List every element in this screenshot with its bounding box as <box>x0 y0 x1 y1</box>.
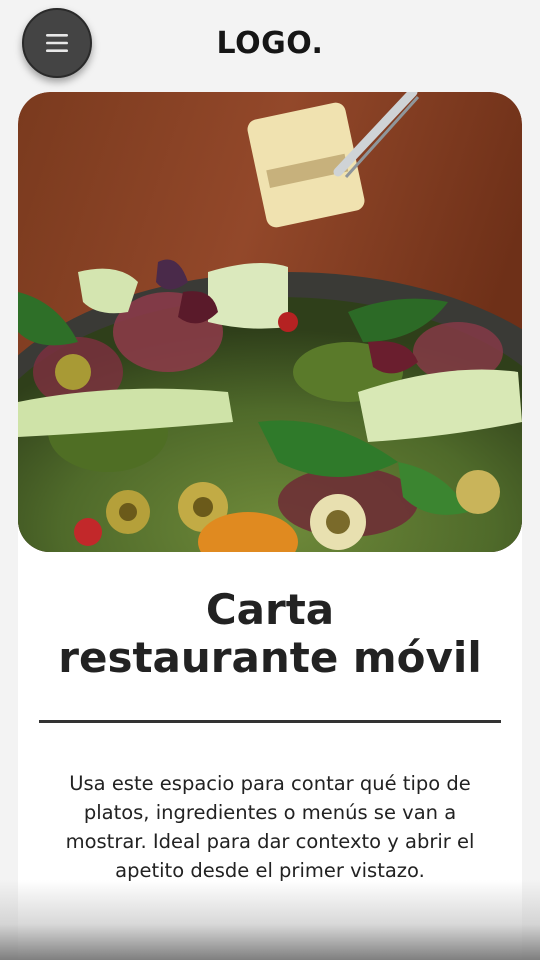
page: LOGO. Carta restaurante móvil Usa este e… <box>0 0 540 960</box>
header: LOGO. <box>0 0 540 90</box>
description-text: Usa este espacio para contar qué tipo de… <box>65 772 475 882</box>
title-line-1: Carta <box>205 585 335 634</box>
logo[interactable]: LOGO. <box>0 26 540 61</box>
divider <box>39 720 501 723</box>
content-card: Carta restaurante móvil Usa este espacio… <box>18 92 522 960</box>
page-title: Carta restaurante móvil <box>18 586 522 682</box>
hero-food-image <box>18 92 522 552</box>
title-line-2: restaurante móvil <box>58 633 482 682</box>
